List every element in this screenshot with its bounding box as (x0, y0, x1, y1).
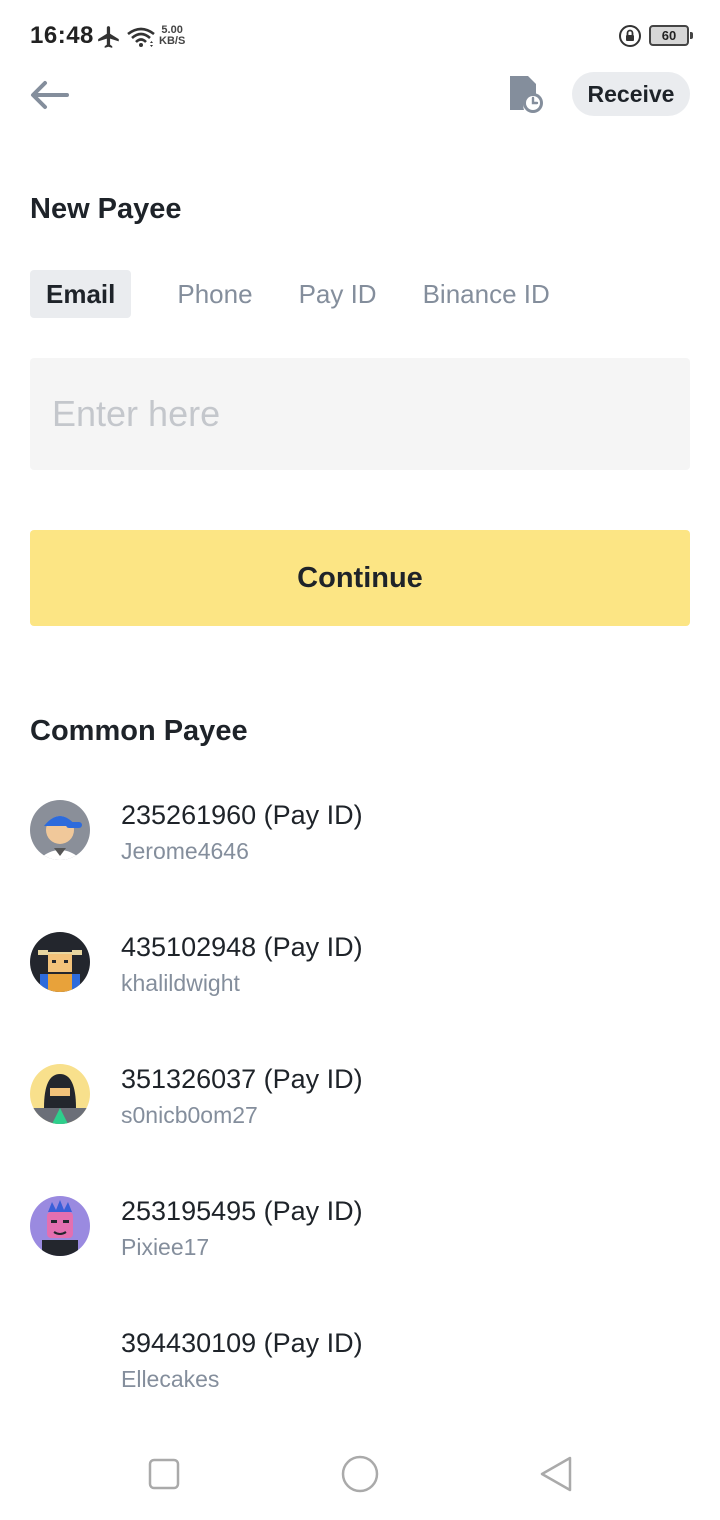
payee-input-container (30, 358, 690, 470)
square-recents-icon[interactable] (142, 1452, 186, 1496)
tab-binance-id[interactable]: Binance ID (423, 270, 550, 318)
hood-avatar (30, 1064, 90, 1124)
circle-home-icon[interactable] (338, 1452, 382, 1496)
payee-id: 235261960 (Pay ID) (121, 800, 363, 830)
continue-button[interactable]: Continue (30, 530, 690, 626)
receive-button[interactable]: Receive (572, 72, 690, 116)
triangle-back-icon[interactable] (534, 1452, 578, 1496)
hat-avatar (30, 932, 90, 992)
payee-item[interactable]: 235261960 (Pay ID) Jerome4646 (0, 790, 720, 900)
airplane-icon (98, 26, 119, 48)
network-speed: 5.00 KB/S (159, 25, 185, 47)
battery-icon: 60 (649, 25, 693, 46)
network-speed-unit: KB/S (159, 35, 186, 47)
wifi-icon (127, 27, 155, 47)
cap-avatar (30, 800, 90, 860)
payee-id: 253195495 (Pay ID) (121, 1196, 363, 1226)
payee-name: Jerome4646 (121, 838, 249, 864)
payee-name: Pixiee17 (121, 1234, 210, 1260)
common-payee-title: Common Payee (30, 715, 248, 747)
tab-email[interactable]: Email (30, 270, 132, 318)
tab-phone[interactable]: Phone (177, 270, 252, 318)
payee-type-tabs: Email Phone Pay ID Binance ID (30, 270, 596, 318)
payee-id: 435102948 (Pay ID) (121, 932, 363, 962)
status-bar: 16:48 5.00 KB/S 60 (0, 0, 720, 72)
tab-pay-id[interactable]: Pay ID (299, 270, 377, 318)
punk-avatar (30, 1196, 90, 1256)
payee-id: 394430109 (Pay ID) (121, 1328, 363, 1358)
payee-item[interactable]: 351326037 (Pay ID) s0nicb0om27 (0, 1054, 720, 1164)
payee-item[interactable]: 394430109 (Pay ID) Ellecakes (0, 1318, 720, 1428)
payee-email-input[interactable] (30, 358, 690, 470)
rotation-lock-icon (619, 25, 641, 47)
payee-id: 351326037 (Pay ID) (121, 1064, 363, 1094)
arrow-left-icon (31, 81, 69, 109)
history-button[interactable] (506, 72, 546, 116)
new-payee-title: New Payee (30, 193, 182, 225)
document-clock-icon (510, 76, 543, 113)
system-nav-bar (0, 1430, 720, 1520)
payee-name: Ellecakes (121, 1366, 220, 1392)
payee-item[interactable]: 253195495 (Pay ID) Pixiee17 (0, 1186, 720, 1296)
status-time: 16:48 (30, 22, 94, 49)
payee-name: khalildwight (121, 970, 240, 996)
payee-item[interactable]: 435102948 (Pay ID) khalildwight (0, 922, 720, 1032)
back-button[interactable] (28, 74, 70, 116)
payee-name: s0nicb0om27 (121, 1102, 258, 1128)
